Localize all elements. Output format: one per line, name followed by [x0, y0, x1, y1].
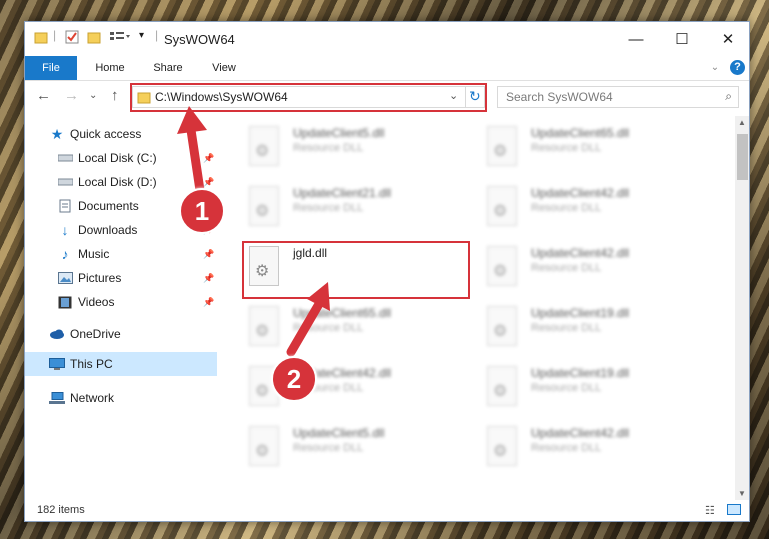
arrow-1-shaft [186, 125, 206, 202]
step-1-badge: 1 [179, 188, 225, 234]
annotation-arrows [177, 106, 330, 357]
arrow-1-head [177, 106, 207, 134]
arrow-2-shaft [286, 299, 324, 357]
step-2-badge: 2 [271, 356, 317, 402]
file-explorer-window: | ▾ | SysWOW64 — ☐ ✕ File Home Share Vie… [24, 21, 750, 522]
